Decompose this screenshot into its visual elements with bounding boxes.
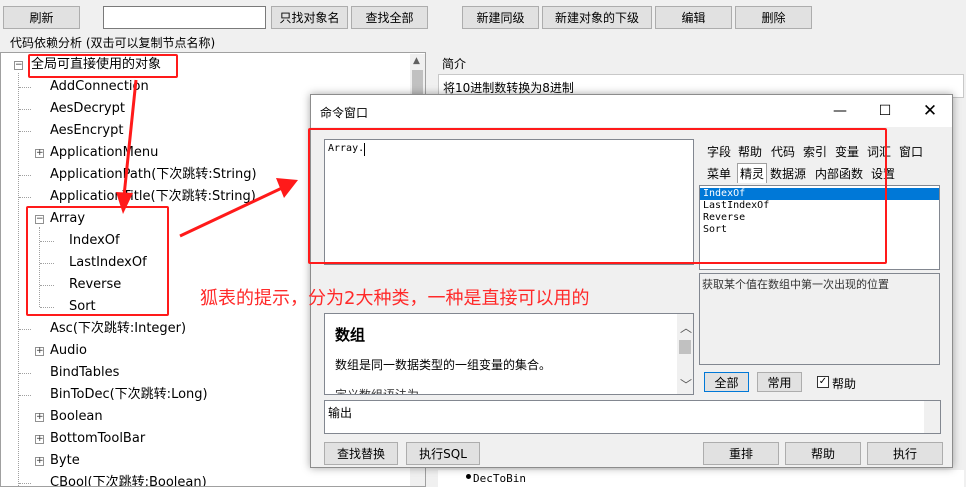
tree-branch-line xyxy=(19,197,31,198)
output-scrollbar[interactable] xyxy=(924,401,940,433)
scroll-up-icon[interactable]: ▲ xyxy=(413,56,420,66)
dialog-title: 命令窗口 xyxy=(320,106,369,120)
output-label: 输出 xyxy=(328,406,353,420)
close-icon[interactable]: ✕ xyxy=(908,95,952,127)
help-button[interactable]: 帮助 xyxy=(785,442,861,465)
edit-button[interactable]: 编辑 xyxy=(655,6,732,29)
highlight-box xyxy=(28,54,178,78)
tree-branch-line xyxy=(19,373,31,374)
tree-item[interactable]: Byte xyxy=(50,452,80,470)
find-replace-button[interactable]: 查找替换 xyxy=(324,442,398,465)
refresh-button[interactable]: 刷新 xyxy=(3,6,80,29)
highlight-box xyxy=(26,206,169,316)
tab-window[interactable]: 窗口 xyxy=(899,143,923,160)
expand-icon[interactable]: + xyxy=(35,435,44,444)
tree-item[interactable]: CBool(下次跳转:Boolean) xyxy=(50,474,207,486)
tree-item[interactable]: AddConnection xyxy=(50,78,149,96)
help-scrollbar[interactable]: ︿ ﹀ xyxy=(677,314,693,394)
tree-item[interactable]: BinToDec(下次跳转:Long) xyxy=(50,386,208,404)
tree-item[interactable]: ApplicationMenu xyxy=(50,144,158,162)
collapse-icon[interactable]: − xyxy=(14,61,23,70)
help-checkbox-label: 帮助 xyxy=(832,377,857,391)
help-more: 定义数组语法为 xyxy=(335,386,419,394)
filter-all-button[interactable]: 全部 xyxy=(704,372,749,392)
tree-item[interactable]: ApplicationPath(下次跳转:String) xyxy=(50,166,257,184)
tree-branch-line xyxy=(19,131,31,132)
tree-item[interactable]: AesDecrypt xyxy=(50,100,125,118)
help-body: 数组是同一数据类型的一组变量的集合。 xyxy=(335,358,552,372)
scroll-up-icon[interactable]: ︿ xyxy=(680,319,692,336)
tree-branch-line xyxy=(19,329,31,330)
tree-branch-line xyxy=(19,483,31,484)
tree-item[interactable]: Boolean xyxy=(50,408,103,426)
bullet-icon xyxy=(466,474,471,479)
tree-item[interactable]: BindTables xyxy=(50,364,119,382)
scroll-down-icon[interactable]: ﹀ xyxy=(680,376,692,393)
tree-item[interactable]: Audio xyxy=(50,342,87,360)
output-box[interactable]: 输出 xyxy=(324,400,941,434)
expand-icon[interactable]: + xyxy=(35,413,44,422)
expand-icon[interactable]: + xyxy=(35,347,44,356)
tree-item[interactable]: Asc(下次跳转:Integer) xyxy=(50,320,186,338)
expand-icon[interactable]: + xyxy=(35,149,44,158)
maximize-icon[interactable]: ☐ xyxy=(863,95,907,127)
tree-item[interactable]: ApplicationTitle(下次跳转:String) xyxy=(50,188,256,206)
hint-box: 获取某个值在数组中第一次出现的位置 xyxy=(699,273,940,365)
minimize-icon[interactable]: — xyxy=(818,95,862,127)
new-child-button[interactable]: 新建对象的下级 xyxy=(542,6,652,29)
help-preview: 数组 数组是同一数据类型的一组变量的集合。 定义数组语法为 ︿ ﹀ xyxy=(324,313,694,395)
tree-header: 代码依赖分析 (双击可以复制节点名称) xyxy=(10,36,216,50)
help-title: 数组 xyxy=(335,326,366,344)
tree-item[interactable]: BottomToolBar xyxy=(50,430,145,448)
filter-common-button[interactable]: 常用 xyxy=(757,372,802,392)
find-all-button[interactable]: 查找全部 xyxy=(351,6,428,29)
scroll-thumb[interactable] xyxy=(679,340,691,354)
rearrange-button[interactable]: 重排 xyxy=(703,442,779,465)
tree-branch-line xyxy=(19,395,31,396)
help-checkbox[interactable]: ✓ xyxy=(817,376,829,388)
find-object-button[interactable]: 只找对象名 xyxy=(271,6,348,29)
highlight-box xyxy=(308,128,887,264)
tree-branch-line xyxy=(19,175,31,176)
tree-guide-line xyxy=(18,73,19,486)
exec-sql-button[interactable]: 执行SQL xyxy=(406,442,480,465)
annotation-text: 狐表的提示，分为2大种类，一种是直接可以用的 xyxy=(200,288,590,309)
tree-branch-line xyxy=(19,109,31,110)
search-input[interactable] xyxy=(103,6,266,29)
dialog-titlebar[interactable]: 命令窗口 — ☐ ✕ xyxy=(311,95,952,127)
intro-title: 简介 xyxy=(442,57,467,71)
delete-button[interactable]: 删除 xyxy=(735,6,812,29)
doc-item: DecToBin xyxy=(473,472,526,485)
execute-button[interactable]: 执行 xyxy=(867,442,943,465)
new-sibling-button[interactable]: 新建同级 xyxy=(462,6,539,29)
tree-branch-line xyxy=(19,87,31,88)
hint-text: 获取某个值在数组中第一次出现的位置 xyxy=(702,278,889,291)
tree-item[interactable]: AesEncrypt xyxy=(50,122,123,140)
doc-pane: DecToBin xyxy=(438,470,964,487)
expand-icon[interactable]: + xyxy=(35,457,44,466)
